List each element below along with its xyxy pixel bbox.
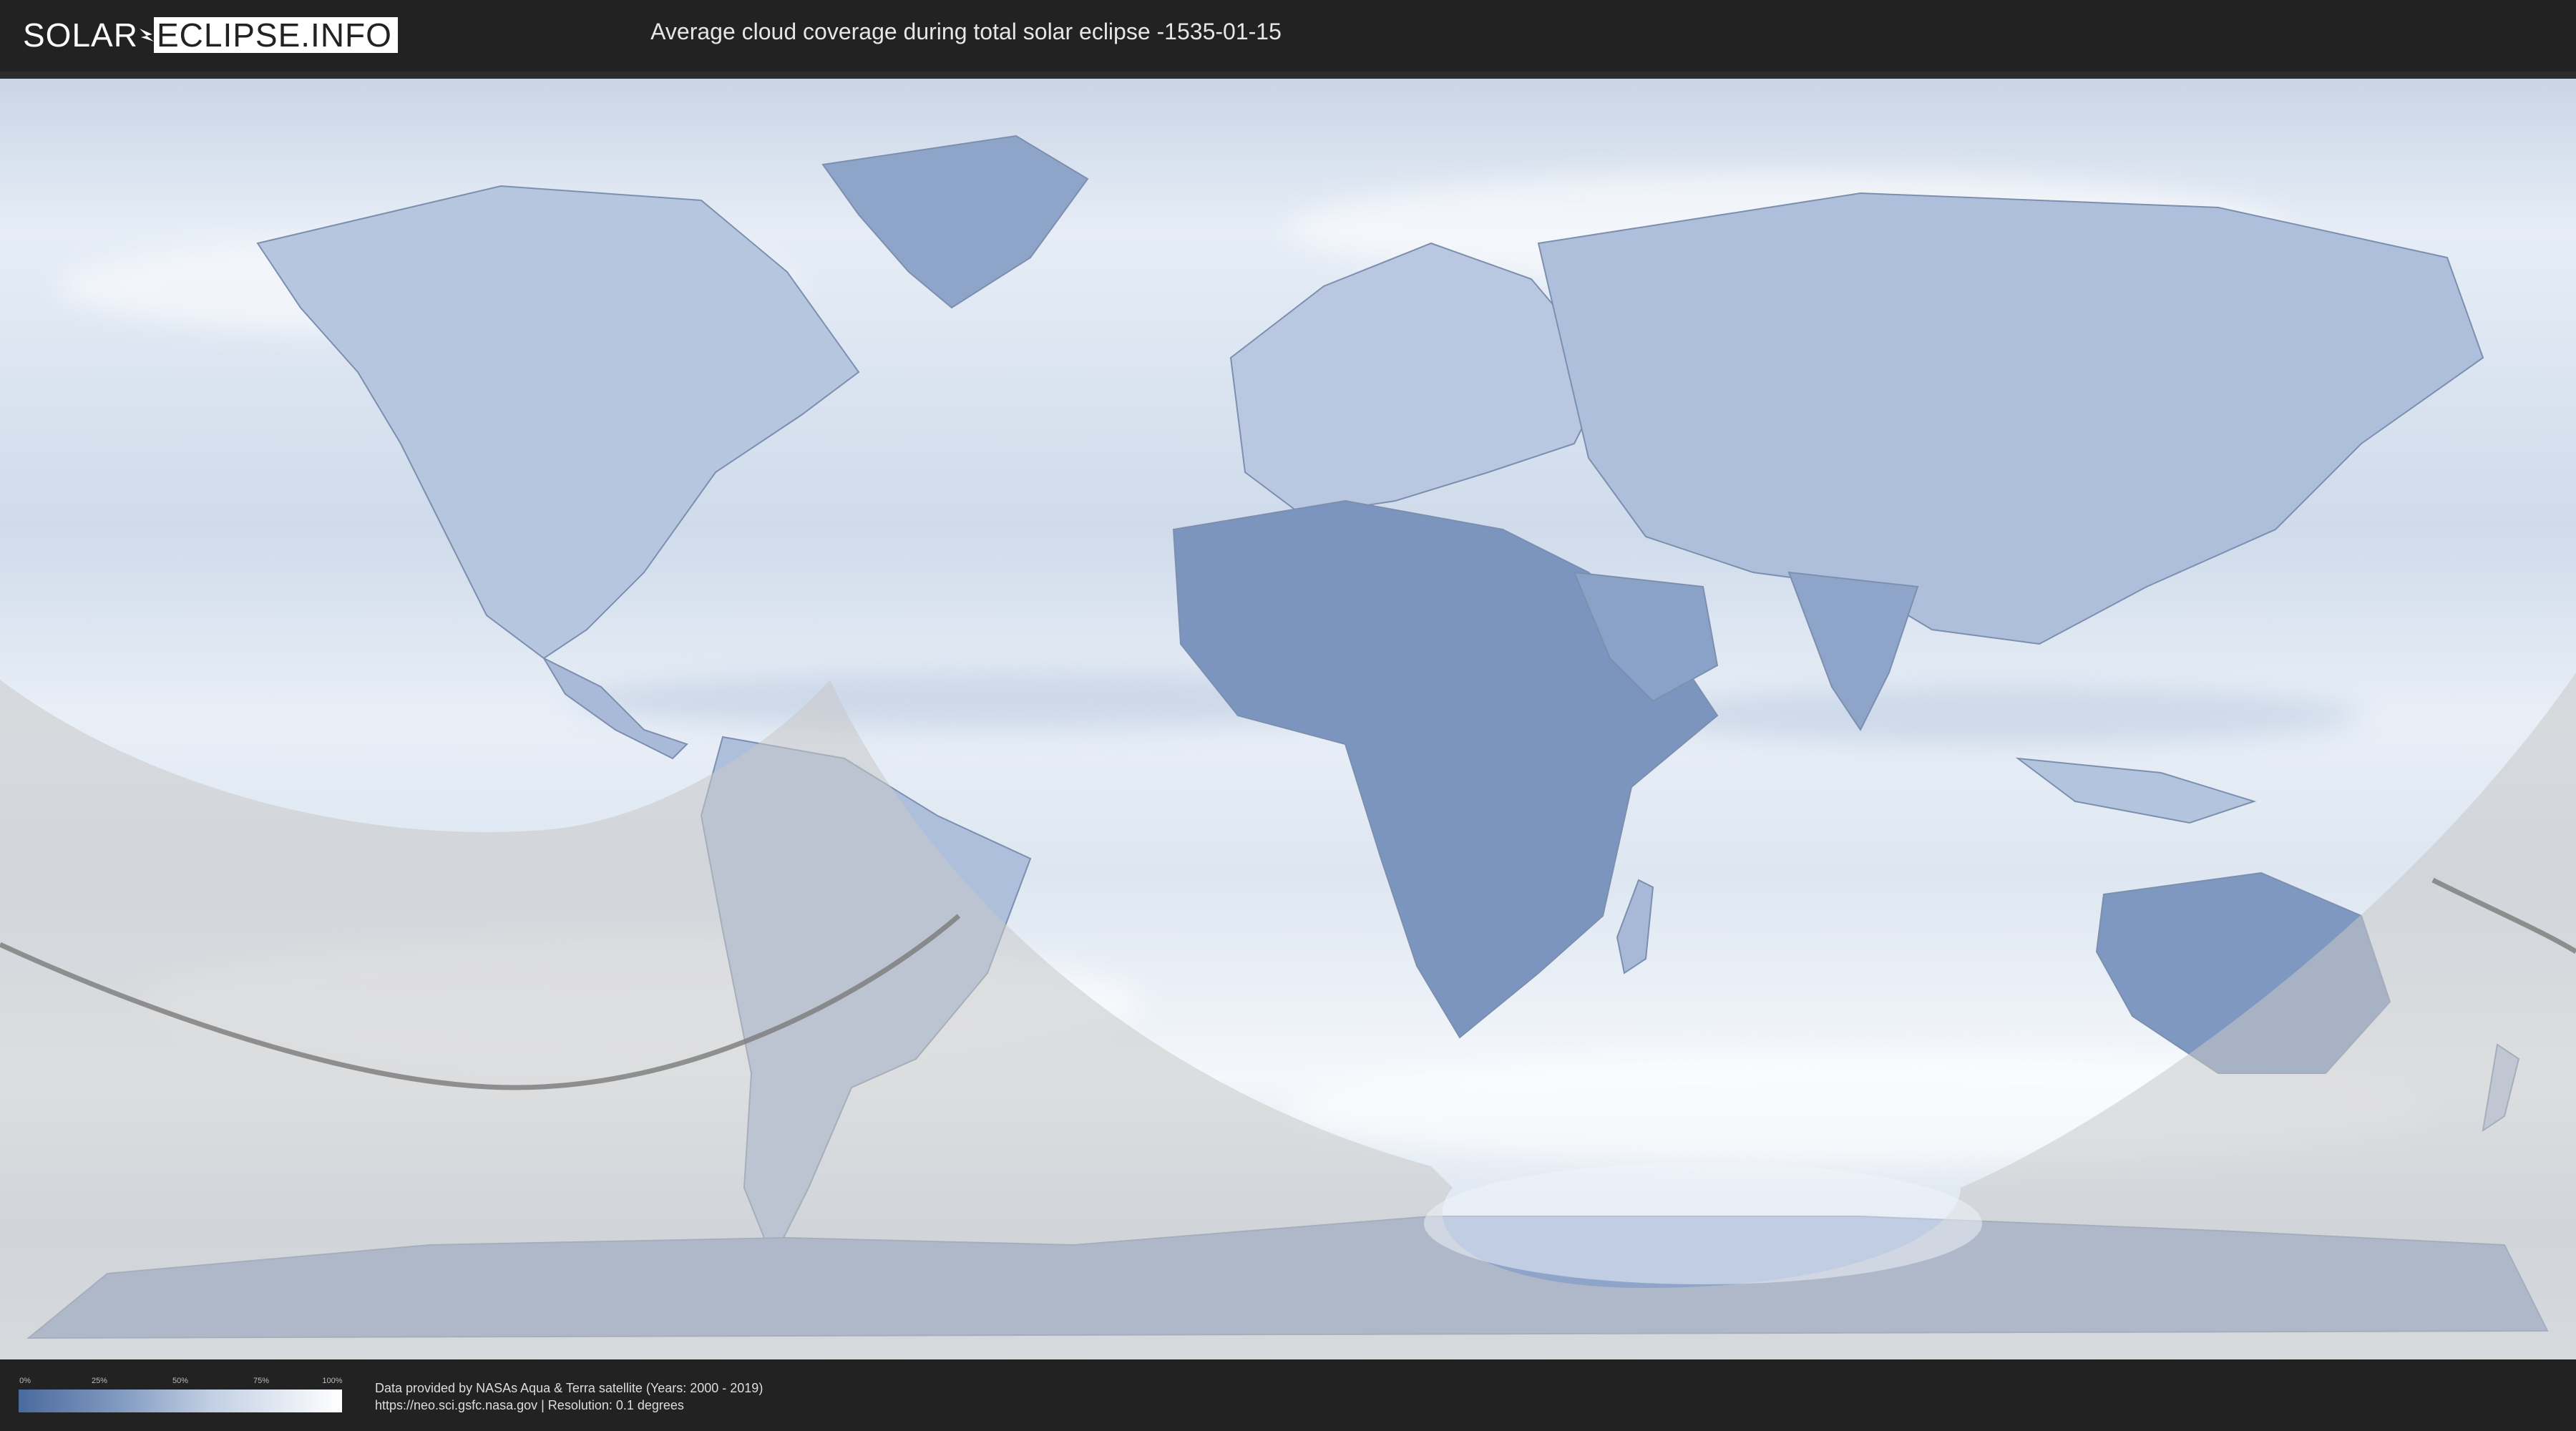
legend-tick-100: 100% — [322, 1377, 343, 1385]
header-bar: SOLAR ECLIPSE.INFO Average cloud coverag… — [0, 0, 2576, 72]
cloud-coverage-legend: 0% 25% 50% 75% 100% — [19, 1377, 343, 1414]
legend-ticks: 0% 25% 50% 75% 100% — [19, 1377, 342, 1387]
data-credits: Data provided by NASAs Aqua & Terra sate… — [375, 1379, 763, 1414]
credits-line-1: Data provided by NASAs Aqua & Terra sate… — [375, 1381, 763, 1395]
cloud-coverage-map[interactable] — [0, 72, 2576, 1359]
legend-tick-75: 75% — [253, 1377, 270, 1385]
legend-gradient-bar — [19, 1390, 342, 1412]
legend-tick-50: 50% — [172, 1377, 189, 1385]
legend-tick-25: 25% — [91, 1377, 108, 1385]
world-map-icon — [0, 79, 2576, 1359]
sunlit-lobe — [1424, 1163, 1982, 1284]
credits-line-2[interactable]: https://neo.sci.gsfc.nasa.gov | Resoluti… — [375, 1397, 763, 1414]
legend-tick-0: 0% — [19, 1377, 31, 1385]
footer-bar: 0% 25% 50% 75% 100% Data provided by NAS… — [0, 1359, 2576, 1431]
page-title: Average cloud coverage during total sola… — [650, 19, 1282, 44]
